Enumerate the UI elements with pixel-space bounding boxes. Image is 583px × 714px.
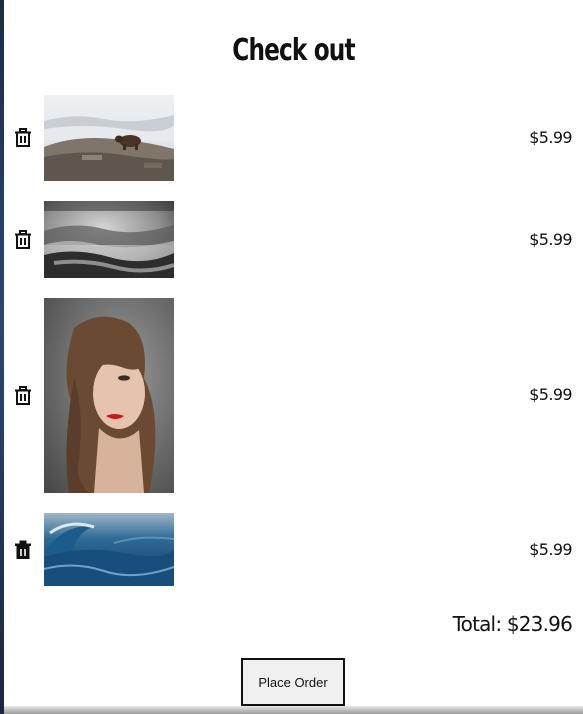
trash-icon[interactable] [14, 128, 32, 148]
item-price: $5.99 [529, 128, 572, 147]
place-order-button[interactable]: Place Order [241, 658, 345, 706]
product-image-ocean-wave [44, 513, 174, 586]
checkout-page: Check out $5.99 $5.99 $5.99 $5.99 Total:… [4, 0, 583, 706]
item-price: $5.99 [529, 540, 572, 559]
product-image-bear [44, 95, 174, 181]
order-total: Total: $23.96 [452, 612, 573, 636]
item-price: $5.99 [529, 385, 572, 404]
cart-item: $5.99 [4, 513, 583, 586]
trash-filled-icon[interactable] [14, 540, 32, 560]
item-price: $5.99 [529, 230, 572, 249]
product-image-portrait [44, 298, 174, 493]
cart-item: $5.99 [4, 95, 583, 181]
trash-icon[interactable] [14, 230, 32, 250]
cart-item: $5.99 [4, 201, 583, 278]
trash-icon[interactable] [14, 386, 32, 406]
window-bottom-edge [4, 706, 583, 714]
page-title: Check out [232, 33, 355, 68]
product-image-misty-forest [44, 201, 174, 278]
cart-item: $5.99 [4, 298, 583, 493]
